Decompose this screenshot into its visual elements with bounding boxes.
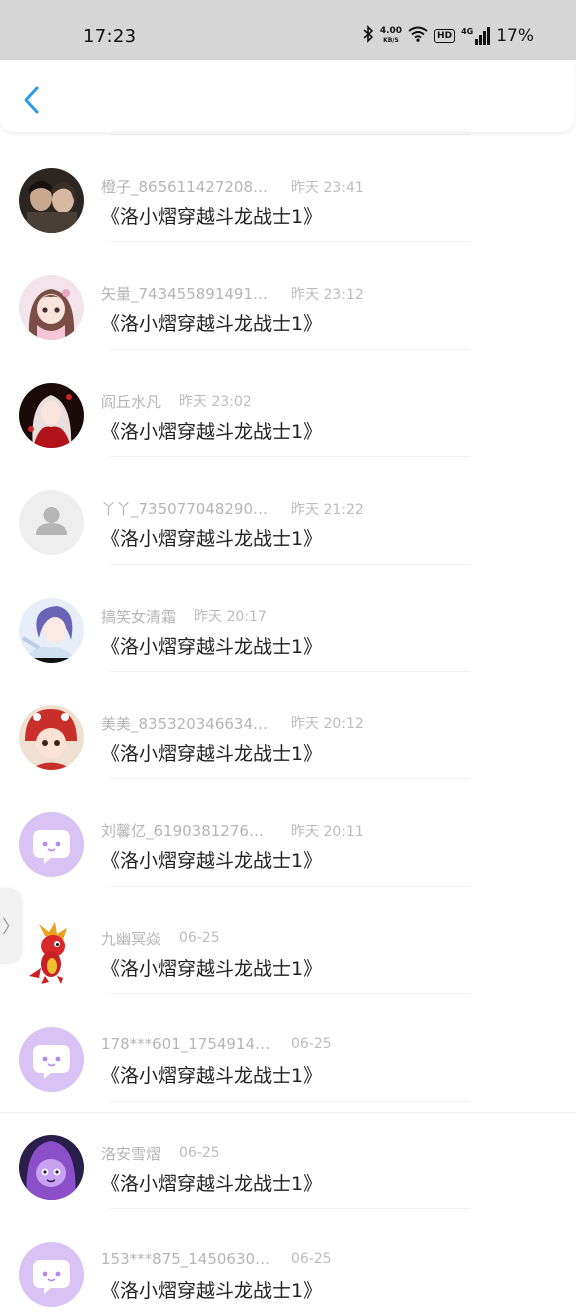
sender-line: 丫丫_7350770482909… 昨天 21:22 <box>101 498 364 519</box>
sender-name: 阎丘水凡 <box>101 392 162 411</box>
message-list-item[interactable]: 178***601_1754914422 06-25 《洛小熠穿越斗龙战士1》 <box>0 993 576 1100</box>
message-text: 《洛小熠穿越斗龙战士1》 <box>101 528 323 551</box>
sender-line: 搞笑女清霜 昨天 20:17 <box>101 606 267 627</box>
row-divider <box>110 348 470 350</box>
sender-line: 洛安雪熠 06-25 <box>101 1143 220 1164</box>
message-list-item[interactable]: 洛安雪熠 06-25 《洛小熠穿越斗龙战士1》 <box>0 1100 576 1208</box>
sender-name: 搞笑女清霜 <box>101 607 177 626</box>
message-list-item[interactable]: 153***875_1450630281 06-25 《洛小熠穿越斗龙战士1》 <box>0 1207 576 1315</box>
message-list-item[interactable]: 九幽冥焱 06-25 《洛小熠穿越斗龙战士1》 <box>0 885 576 993</box>
avatar[interactable] <box>19 597 84 663</box>
message-time: 06-25 <box>291 1036 332 1053</box>
message-list-item[interactable]: 美美_8353203466341… 昨天 20:12 《洛小熠穿越斗龙战士1》 <box>0 670 576 778</box>
message-list-item[interactable]: 搞笑女清霜 昨天 20:17 《洛小熠穿越斗龙战士1》 <box>0 563 576 671</box>
sender-line: 矢量_7434558914916… 昨天 23:12 <box>101 283 364 304</box>
message-text: 《洛小熠穿越斗龙战士1》 <box>101 206 323 228</box>
avatar[interactable] <box>19 1134 84 1200</box>
message-time: 昨天 23:41 <box>291 179 364 196</box>
sender-name: 九幽冥焱 <box>101 929 162 948</box>
sender-line: 橙子_8656114272087… 昨天 23:41 <box>101 176 364 197</box>
sender-name: 刘馨亿_619038127631… <box>101 822 273 841</box>
bluetooth-icon <box>362 24 374 48</box>
net-speed: 4.00 KB/S <box>380 27 402 45</box>
message-list-item[interactable]: 矢量_7434558914916… 昨天 23:12 《洛小熠穿越斗龙战士1》 <box>0 241 576 348</box>
row-divider <box>110 993 470 995</box>
avatar[interactable] <box>19 275 84 341</box>
avatar[interactable] <box>19 919 84 985</box>
signal-icon: 4G <box>461 27 491 45</box>
message-time: 昨天 23:12 <box>291 286 364 303</box>
sender-line: 九幽冥焱 06-25 <box>101 928 220 949</box>
avatar[interactable] <box>19 382 84 448</box>
sender-line: 刘馨亿_619038127631… 昨天 20:11 <box>101 820 364 841</box>
message-time: 昨天 20:11 <box>291 823 364 840</box>
avatar[interactable] <box>19 704 84 770</box>
message-time: 06-25 <box>291 1250 332 1267</box>
status-icons: 4.00 KB/S HD 4G 17% <box>362 24 534 48</box>
wifi-icon <box>408 26 428 47</box>
row-divider <box>110 670 470 672</box>
status-time: 17:23 <box>83 26 137 47</box>
avatar[interactable] <box>19 168 84 233</box>
net-speed-unit: KB/S <box>383 37 399 44</box>
message-list: 橙子_8656114272087… 昨天 23:41 《洛小熠穿越斗龙战士1》 … <box>0 134 576 1315</box>
message-text: 《洛小熠穿越斗龙战士1》 <box>101 1065 323 1088</box>
sender-line: 153***875_1450630281 06-25 <box>101 1250 332 1268</box>
message-text: 《洛小熠穿越斗龙战士1》 <box>101 742 323 765</box>
avatar[interactable] <box>19 490 84 556</box>
divider <box>0 1112 576 1113</box>
message-text: 《洛小熠穿越斗龙战士1》 <box>101 1172 323 1195</box>
sender-name: 橙子_8656114272087… <box>101 178 273 196</box>
message-list-item[interactable]: 阎丘水凡 昨天 23:02 《洛小熠穿越斗龙战士1》 <box>0 348 576 456</box>
battery-level: 17% <box>496 26 534 46</box>
chevron-left-icon <box>24 86 39 114</box>
message-list-item[interactable]: 橙子_8656114272087… 昨天 23:41 《洛小熠穿越斗龙战士1》 <box>0 134 576 241</box>
row-divider <box>110 241 470 243</box>
row-divider <box>110 563 470 565</box>
message-list-item[interactable]: 丫丫_7350770482909… 昨天 21:22 《洛小熠穿越斗龙战士1》 <box>0 456 576 563</box>
row-divider <box>110 885 470 887</box>
message-text: 《洛小熠穿越斗龙战士1》 <box>101 957 323 980</box>
row-divider <box>110 456 470 458</box>
message-time: 昨天 21:22 <box>291 501 364 518</box>
message-time: 昨天 23:02 <box>179 394 252 411</box>
network-type: 4G <box>461 27 474 36</box>
message-time: 昨天 20:12 <box>291 716 364 733</box>
sender-name: 矢量_7434558914916… <box>101 285 273 304</box>
side-drawer-handle[interactable]: 〉 <box>0 888 22 964</box>
avatar[interactable] <box>19 1241 84 1307</box>
row-divider <box>110 1207 470 1209</box>
row-divider <box>110 778 470 780</box>
status-bar: 17:23 4.00 KB/S HD 4G 17% <box>0 0 576 60</box>
back-button[interactable] <box>14 82 50 118</box>
net-speed-value: 4.00 <box>379 26 403 36</box>
message-list-item[interactable]: 刘馨亿_619038127631… 昨天 20:11 《洛小熠穿越斗龙战士1》 <box>0 778 576 885</box>
sender-name: 美美_8353203466341… <box>101 714 273 733</box>
message-time: 06-25 <box>179 1145 220 1162</box>
row-divider <box>110 134 470 135</box>
avatar[interactable] <box>19 1027 84 1093</box>
chevron-right-icon: 〉 <box>2 917 20 938</box>
sender-name: 178***601_1754914422 <box>101 1035 273 1054</box>
avatar[interactable] <box>19 812 84 878</box>
message-text: 《洛小熠穿越斗龙战士1》 <box>101 850 323 873</box>
hd-badge: HD <box>434 29 456 43</box>
sender-line: 阎丘水凡 昨天 23:02 <box>101 391 252 412</box>
message-time: 06-25 <box>179 930 220 947</box>
top-app-bar <box>0 60 574 132</box>
sender-name: 153***875_1450630281 <box>101 1249 273 1268</box>
sender-name: 丫丫_7350770482909… <box>101 500 273 519</box>
message-text: 《洛小熠穿越斗龙战士1》 <box>101 635 323 658</box>
message-time: 昨天 20:17 <box>194 609 267 626</box>
sender-line: 178***601_1754914422 06-25 <box>101 1035 332 1053</box>
sender-name: 洛安雪熠 <box>101 1144 162 1163</box>
sender-line: 美美_8353203466341… 昨天 20:12 <box>101 713 364 734</box>
message-text: 《洛小熠穿越斗龙战士1》 <box>101 420 323 443</box>
row-divider <box>110 1100 470 1102</box>
message-text: 《洛小熠穿越斗龙战士1》 <box>101 313 323 336</box>
